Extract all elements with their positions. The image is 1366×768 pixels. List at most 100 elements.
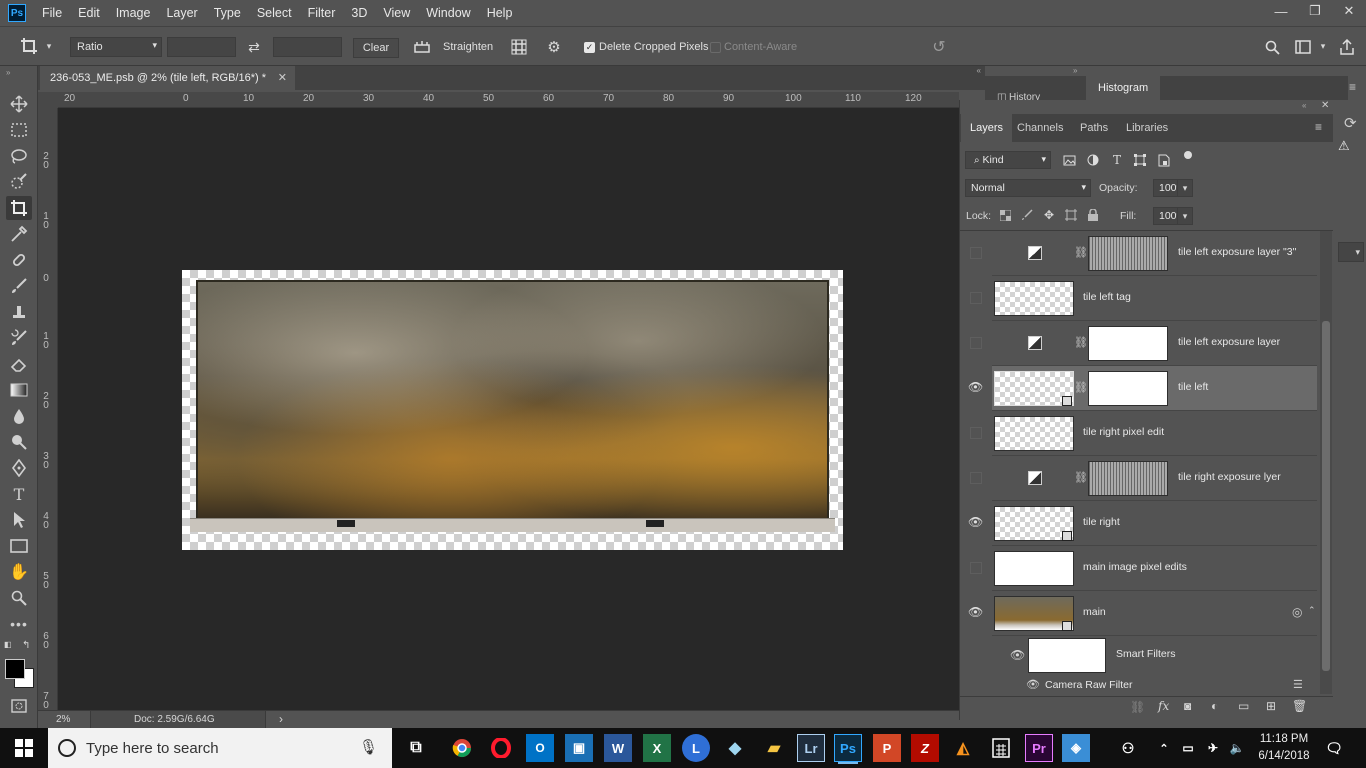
history-brush-tool-icon[interactable]	[6, 326, 32, 350]
lock-image-icon[interactable]	[1020, 208, 1034, 222]
visibility-toggle[interactable]	[970, 427, 982, 439]
lock-all-icon[interactable]	[1086, 208, 1100, 222]
panel-menu-icon[interactable]: ≡	[1349, 80, 1356, 94]
gear-icon[interactable]: ⚙	[544, 37, 564, 57]
smart-filters-row[interactable]: 👁 Smart Filters	[992, 636, 1317, 676]
lasso-tool-icon[interactable]	[6, 144, 32, 168]
lock-transparent-icon[interactable]	[998, 208, 1012, 222]
layer-name[interactable]: tile right exposure lyer	[1178, 471, 1281, 483]
doc-size-field[interactable]: Doc: 2.59G/6.64G ›	[90, 711, 283, 729]
crop-tool-preset-icon[interactable]	[18, 36, 40, 56]
collapse-arrow-icon[interactable]: ⌃	[1308, 605, 1316, 616]
visibility-toggle[interactable]	[970, 292, 982, 304]
eyedropper-tool-icon[interactable]	[6, 222, 32, 246]
visibility-toggle[interactable]	[970, 562, 982, 574]
app-icon[interactable]: ◆	[721, 734, 749, 762]
layer-mask-thumbnail[interactable]	[1088, 371, 1168, 406]
app-icon[interactable]: ▣	[565, 734, 593, 762]
share-icon[interactable]	[1337, 37, 1357, 57]
horizontal-ruler[interactable]: 20 0 10 20 30 40 50 60 70 80 90 100 110 …	[58, 92, 959, 108]
brush-tool-icon[interactable]	[6, 274, 32, 298]
chevron-down-icon[interactable]: ▾	[1177, 179, 1193, 197]
vertical-ruler[interactable]: 2 0 1 0 0 1 0 2 0 3 0 4 0 5 0 6 0 7 0	[38, 108, 58, 710]
marquee-tool-icon[interactable]	[6, 118, 32, 142]
tray-clock[interactable]: 11:18 PM 6/14/2018	[1256, 731, 1312, 765]
collapse-arrow-icon[interactable]: «	[1302, 101, 1306, 110]
lock-position-icon[interactable]: ✥	[1042, 208, 1056, 222]
smart-filter-icon[interactable]: ◎	[1292, 605, 1302, 619]
layer-row[interactable]: ⛓ tile left exposure layer "3"	[970, 231, 1317, 276]
photoshop-icon[interactable]: Ps	[834, 734, 862, 762]
filter-shape-icon[interactable]	[1132, 152, 1148, 168]
visibility-toggle[interactable]	[970, 472, 982, 484]
menu-filter[interactable]: Filter	[300, 0, 344, 26]
menu-view[interactable]: View	[375, 0, 418, 26]
eye-icon[interactable]: 👁	[968, 380, 983, 394]
gradient-tool-icon[interactable]	[6, 378, 32, 402]
foreground-color-swatch[interactable]	[5, 659, 25, 679]
calculator-icon[interactable]	[987, 734, 1015, 762]
powerpoint-icon[interactable]: P	[873, 734, 901, 762]
close-icon[interactable]: ✕	[1321, 100, 1329, 111]
chevron-down-icon[interactable]: ▾	[1177, 207, 1193, 225]
menu-image[interactable]: Image	[108, 0, 159, 26]
straighten-icon[interactable]	[412, 38, 432, 56]
people-icon[interactable]: ⚇	[1114, 734, 1142, 762]
default-colors-icon[interactable]: ◧	[4, 640, 12, 649]
filter-toggle-icon[interactable]	[1184, 151, 1192, 159]
outlook-icon[interactable]: O	[526, 734, 554, 762]
battery-icon[interactable]: ▭	[1174, 734, 1202, 762]
layer-thumbnail[interactable]	[994, 416, 1074, 451]
tab-histogram[interactable]: Histogram	[1086, 76, 1161, 100]
ruler-origin[interactable]	[38, 92, 58, 108]
link-icon[interactable]: ⛓	[1074, 246, 1088, 259]
crop-tool-icon[interactable]	[6, 196, 32, 220]
task-view-icon[interactable]: ⧉	[402, 734, 430, 762]
crop-width-input[interactable]	[167, 37, 236, 57]
layer-name[interactable]: tile right pixel edit	[1083, 426, 1164, 438]
path-selection-tool-icon[interactable]	[6, 508, 32, 532]
layer-name[interactable]: tile left exposure layer	[1178, 336, 1280, 348]
layer-row[interactable]: ⛓ tile right exposure lyer	[970, 456, 1317, 501]
healing-brush-tool-icon[interactable]	[6, 248, 32, 272]
lightroom-icon[interactable]: Lr	[797, 734, 825, 762]
scrollbar-thumb[interactable]	[1322, 321, 1330, 671]
eye-icon[interactable]: 👁	[968, 515, 983, 529]
tab-paths[interactable]: Paths	[1071, 114, 1117, 142]
new-layer-icon[interactable]: ⊞	[1266, 699, 1276, 713]
menu-3d[interactable]: 3D	[343, 0, 375, 26]
eraser-tool-icon[interactable]	[6, 352, 32, 376]
ratio-select[interactable]: Ratio ▾	[70, 37, 162, 57]
more-tools-icon[interactable]: •••	[6, 612, 32, 636]
visibility-toggle[interactable]	[970, 247, 982, 259]
notifications-icon[interactable]: 🗨	[1320, 734, 1348, 762]
filter-pixel-icon[interactable]	[1061, 152, 1077, 168]
zoom-level[interactable]: 2%	[56, 714, 70, 725]
tab-channels[interactable]: Channels	[1008, 114, 1072, 142]
filter-type-icon[interactable]: T	[1109, 152, 1125, 168]
hand-tool-icon[interactable]: ✋	[6, 560, 32, 584]
panel-menu-icon[interactable]: ≡	[1315, 120, 1322, 134]
trash-icon[interactable]: 🗑	[1292, 699, 1307, 713]
quick-selection-tool-icon[interactable]	[6, 170, 32, 194]
layer-name[interactable]: tile left exposure layer "3"	[1178, 246, 1296, 258]
filter-smart-object-icon[interactable]	[1156, 152, 1172, 168]
close-button[interactable]: ✕	[1332, 0, 1366, 22]
expand-toolbar-icon[interactable]: »	[6, 68, 10, 77]
swap-icon[interactable]: ⇄	[245, 37, 263, 57]
refresh-icon[interactable]: ⟳	[1344, 114, 1357, 132]
layer-name[interactable]: main image pixel edits	[1083, 561, 1187, 573]
file-explorer-icon[interactable]: ▰	[760, 734, 788, 762]
tab-libraries[interactable]: Libraries	[1117, 114, 1177, 142]
add-mask-icon[interactable]: ◙	[1184, 699, 1191, 713]
link-icon[interactable]: ⛓	[1074, 381, 1088, 394]
layer-mask-thumbnail[interactable]	[1088, 236, 1168, 271]
visibility-toggle[interactable]	[970, 337, 982, 349]
zoom-tool-icon[interactable]	[6, 586, 32, 610]
search-icon[interactable]	[1262, 37, 1282, 57]
layer-thumbnail[interactable]	[994, 551, 1074, 586]
app-l-icon[interactable]: L	[682, 734, 710, 762]
layer-row[interactable]: 👁 tile right	[968, 501, 1317, 546]
delete-cropped-checkbox[interactable]: ✓	[584, 42, 595, 53]
collapse-arrow-icon[interactable]: »	[1073, 66, 1077, 75]
